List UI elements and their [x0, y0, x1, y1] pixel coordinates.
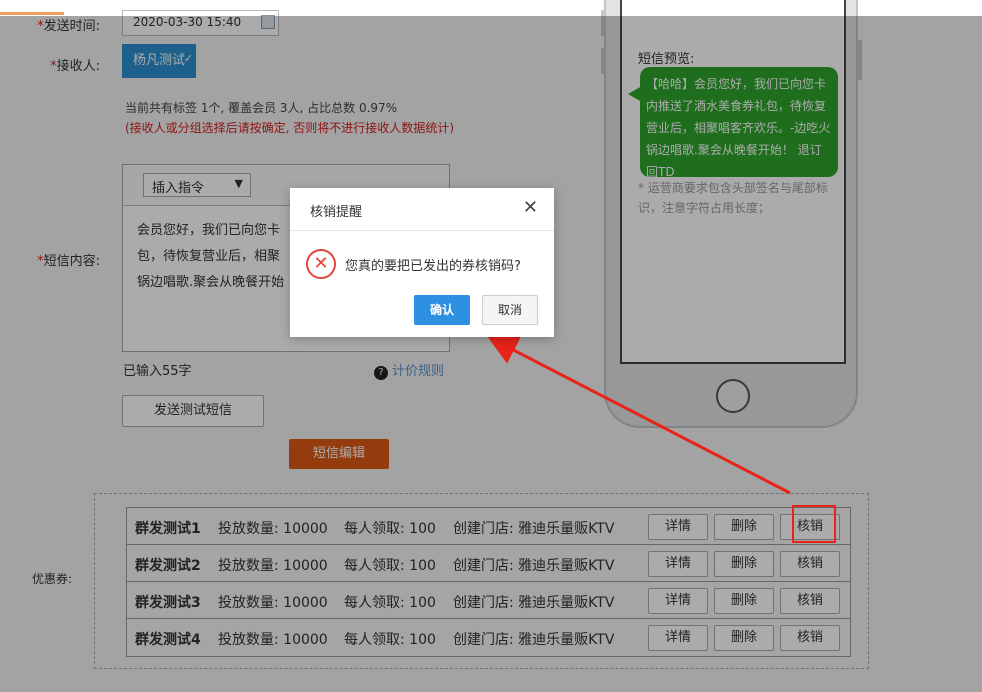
- dialog-message: 您真的要把已发出的券核销码?: [345, 259, 521, 274]
- dialog-divider: [290, 230, 554, 231]
- error-icon: ✕: [306, 249, 336, 279]
- arrow-line: [487, 336, 791, 495]
- dialog-title: 核销提醒: [310, 205, 363, 220]
- cancel-button[interactable]: 取消: [482, 295, 538, 325]
- redeem-confirm-dialog: 核销提醒 ✕ ✕ 您真的要把已发出的券核销码? 确认 取消: [290, 188, 554, 337]
- close-icon[interactable]: ✕: [523, 197, 538, 218]
- annotation-arrow: [487, 336, 791, 495]
- confirm-button[interactable]: 确认: [414, 295, 470, 325]
